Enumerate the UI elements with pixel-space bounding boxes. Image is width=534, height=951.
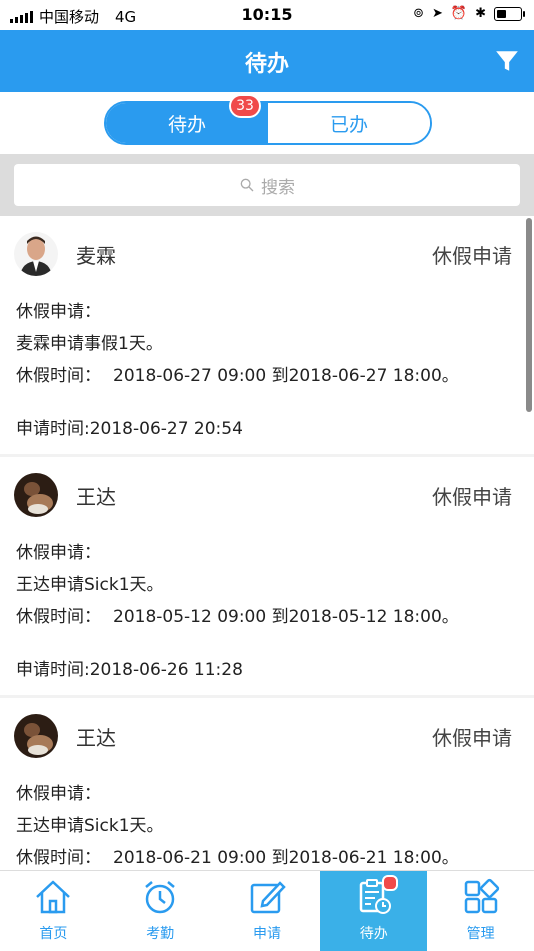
tab-todo-bottom[interactable]: 待办: [320, 871, 428, 951]
card-header: 麦霖 休假申请: [14, 230, 512, 278]
todo-count-badge: 33: [229, 94, 261, 118]
avatar: [14, 232, 58, 276]
list-item[interactable]: 麦霖 休假申请 休假申请： 麦霖申请事假1天。 休假时间： 2018-06-27 …: [0, 216, 534, 454]
tab-attendance-label: 考勤: [146, 926, 175, 942]
request-summary: 王达申请Sick1天。: [16, 816, 164, 836]
tab-manage-label: 管理: [466, 926, 495, 942]
leave-time-label: 休假时间：: [16, 848, 101, 868]
avatar: [14, 473, 58, 517]
page-title: 待办: [244, 52, 289, 77]
tab-home[interactable]: 首页: [0, 871, 107, 951]
segment-control: 待办 已办: [104, 101, 432, 145]
card-header: 王达 休假申请: [14, 471, 512, 519]
request-heading: 休假申请：: [16, 302, 101, 322]
clock-icon: [145, 881, 175, 914]
apply-time: 申请时间:2018-06-27 20:54: [16, 419, 243, 439]
battery-icon: [494, 6, 525, 21]
list-item[interactable]: 王达 休假申请 休假申请： 王达申请Sick1天。 休假时间： 2018-06-2…: [0, 698, 534, 870]
grid-icon: [464, 878, 499, 914]
tab-todo-label: 待办: [359, 926, 388, 942]
tab-done[interactable]: 已办: [268, 103, 430, 143]
request-summary: 王达申请Sick1天。: [16, 575, 164, 595]
applicant-name: 王达: [76, 725, 116, 750]
tab-home-label: 首页: [39, 926, 68, 942]
request-heading: 休假申请：: [16, 784, 101, 804]
filter-icon[interactable]: [494, 48, 520, 74]
leave-time-row: 休假时间： 2018-05-12 09:00 到2018-05-12 18:00。: [16, 601, 512, 633]
lock-rotation-icon: ⊚: [413, 6, 424, 21]
card-header: 王达 休假申请: [14, 712, 512, 760]
todo-list: 麦霖 休假申请 休假申请： 麦霖申请事假1天。 休假时间： 2018-06-27 …: [0, 216, 534, 870]
search-input[interactable]: 搜索: [14, 164, 520, 206]
tab-attendance[interactable]: 考勤: [107, 871, 214, 951]
leave-time-label: 休假时间：: [16, 366, 101, 386]
card-body: 休假申请： 王达申请Sick1天。 休假时间： 2018-05-12 09:00 …: [16, 537, 512, 633]
alarm-icon: ⏰: [450, 6, 468, 21]
request-type: 休假申请: [432, 725, 512, 750]
search-area: 搜索: [0, 154, 534, 216]
applicant-name: 麦霖: [76, 243, 116, 268]
nav-bar: 待办: [0, 30, 534, 92]
leave-time-row: 休假时间： 2018-06-27 09:00 到2018-06-27 18:00。: [16, 360, 512, 392]
request-type: 休假申请: [432, 243, 512, 268]
location-icon: ➤: [432, 6, 443, 21]
leave-time-label: 休假时间：: [16, 607, 101, 627]
apply-time: 申请时间:2018-06-26 11:28: [16, 660, 243, 680]
tab-manage[interactable]: 管理: [427, 871, 534, 951]
edit-icon: [250, 881, 286, 914]
leave-time-value: 2018-05-12 09:00 到2018-05-12 18:00。: [113, 607, 459, 627]
card-body: 休假申请： 麦霖申请事假1天。 休假时间： 2018-06-27 09:00 到2…: [16, 296, 512, 392]
status-bar: 中国移动 4G 10:15 ⊚ ➤ ⏰ ✱: [0, 0, 534, 30]
list-item[interactable]: 王达 休假申请 休假申请： 王达申请Sick1天。 休假时间： 2018-05-1…: [0, 457, 534, 695]
list-scrollbar[interactable]: [526, 218, 532, 412]
leave-time-value: 2018-06-27 09:00 到2018-06-27 18:00。: [113, 366, 459, 386]
home-icon: [36, 880, 71, 914]
avatar: [14, 714, 58, 758]
leave-time-row: 休假时间： 2018-06-21 09:00 到2018-06-21 18:00。: [16, 842, 512, 870]
request-summary: 麦霖申请事假1天。: [16, 334, 163, 354]
applicant-name: 王达: [76, 484, 116, 509]
request-type: 休假申请: [432, 484, 512, 509]
search-icon: [240, 178, 254, 192]
segment-area: 待办 已办 33: [0, 92, 534, 154]
tab-apply-label: 申请: [252, 926, 281, 942]
search-placeholder: 搜索: [261, 177, 295, 198]
leave-time-value: 2018-06-21 09:00 到2018-06-21 18:00。: [113, 848, 459, 868]
card-body: 休假申请： 王达申请Sick1天。 休假时间： 2018-06-21 09:00 …: [16, 778, 512, 870]
tab-apply[interactable]: 申请: [214, 871, 321, 951]
notification-dot: [382, 875, 399, 891]
bottom-tabbar: 首页 考勤 申请 待办 管理: [0, 870, 534, 951]
request-heading: 休假申请：: [16, 543, 101, 563]
bluetooth-icon: ✱: [475, 6, 486, 21]
status-right: ⊚ ➤ ⏰ ✱: [413, 6, 525, 21]
